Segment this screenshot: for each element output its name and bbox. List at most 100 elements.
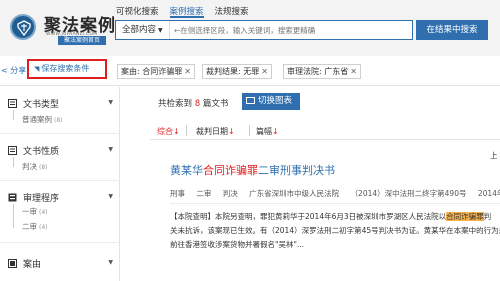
case-title-link[interactable]: 黄某华合同诈骗罪二审刑事判决书 [170, 162, 335, 178]
facet-item[interactable]: 普通案例 (8) [22, 114, 63, 125]
share-icon: < [1, 66, 8, 75]
facet-header[interactable]: 文书性质 [8, 144, 60, 157]
chart-icon [246, 97, 255, 104]
case-meta: 刑事 二审 判决 广东省深圳市中级人民法院 （2014）深中法刑二终字第490号… [170, 188, 500, 199]
filter-tag-result[interactable]: 裁判结果: 无罪 ✕ [202, 64, 272, 79]
filter-tag-court[interactable]: 审理法院: 广东省 ✕ [283, 64, 361, 79]
divider [249, 125, 250, 136]
save-search-condition-button[interactable]: ◥ 保存搜索条件 [27, 59, 107, 79]
chevron-down-icon: ▼ [158, 27, 163, 34]
facet-title: 文书类型 [23, 99, 60, 110]
case-title-part: 二审刑事判决书 [258, 164, 335, 177]
case-title-part: 黄某华 [170, 164, 203, 177]
rss-icon: ◥ [34, 65, 40, 73]
facet-item-count: (4) [39, 209, 48, 216]
tree-line [13, 110, 19, 120]
arrow-down-icon: ↓ [173, 127, 180, 136]
facet-item-label: 二审 [22, 222, 37, 231]
facet-title: 文书性质 [23, 146, 60, 157]
case-title-highlight: 合同诈骗罪 [203, 164, 258, 177]
tab-case-search[interactable]: 案例搜索 [169, 4, 204, 18]
case-snippet-line: 【本院查明】本院另查明，罪犯黄莉华于2014年6月3日被深圳市罗湖区人民法院以合… [170, 210, 500, 224]
tree-line [13, 204, 19, 228]
case-result-card: 黄某华合同诈骗罪二审刑事判决书 刑事 二审 判决 广东省深圳市中级人民法院 （2… [150, 140, 500, 281]
close-icon[interactable]: ✕ [350, 67, 357, 76]
brand-home-link[interactable]: 聚法案例首页 [58, 36, 106, 45]
case-meta-nature: 判决 [222, 189, 238, 198]
filter-tag-label: 案由: 合同诈骗罪 [121, 67, 183, 76]
switch-chart-label: 切换图表 [258, 96, 293, 106]
sort-bar: 综合↓ 裁判日期↓ 篇幅↓ [150, 122, 500, 140]
divider [0, 242, 120, 243]
switch-chart-button[interactable]: 切换图表 [242, 93, 300, 110]
case-meta-date: 2014年12 [477, 189, 500, 198]
search-box: 全部内容 ▼ [115, 20, 413, 40]
facet-item-count: (8) [54, 117, 63, 124]
facet-item-label: 判决 [22, 162, 37, 171]
document-icon [8, 98, 17, 108]
facet-item[interactable]: 判决 (8) [22, 161, 48, 172]
header: 聚法案例 WWW.JUFAANLI.COM 聚法案例首页 可视化搜索 案例搜索 … [0, 0, 500, 56]
facet-title: 案由 [23, 259, 42, 270]
document-icon [8, 145, 17, 155]
facet-header[interactable]: 文书类型 [8, 97, 60, 110]
logo-emblem-icon[interactable] [10, 14, 36, 40]
filter-tag-label: 审理法院: 广东省 [287, 67, 349, 76]
facet-header[interactable]: 案由 [8, 257, 42, 270]
result-count: 共检索到 8 篇文书 [158, 97, 228, 109]
snippet-text: 【本院查明】本院另查明，罪犯黄莉华于2014年6月3日被深圳市罗湖区人民法院以 [170, 212, 447, 221]
cause-icon [8, 258, 17, 268]
filter-bar: < 分享 ◥ 保存搜索条件 案由: 合同诈骗罪 ✕ 裁判结果: 无罪 ✕ 审理法院: … [0, 56, 500, 86]
snippet-text: 判 [483, 212, 492, 221]
sort-length[interactable]: 篇幅↓ [256, 126, 279, 137]
case-snippet: 【本院查明】本院另查明，罪犯黄莉华于2014年6月3日被深圳市罗湖区人民法院以合… [170, 210, 500, 252]
case-meta-procedure: 二审 [196, 189, 212, 198]
tab-visual-search[interactable]: 可视化搜索 [116, 4, 159, 18]
facet-title: 审理程序 [23, 193, 60, 204]
close-icon[interactable]: ✕ [261, 67, 268, 76]
tree-line [13, 157, 19, 167]
facet-item-count: (4) [39, 224, 48, 231]
divider [0, 180, 120, 181]
arrow-down-icon: ↓ [228, 127, 235, 136]
save-condition-label: 保存搜索条件 [41, 64, 90, 73]
case-meta-court: 广东省深圳市中级人民法院 [249, 189, 340, 198]
sort-judgment-date[interactable]: 裁判日期↓ [196, 126, 235, 137]
search-input[interactable] [174, 23, 410, 37]
case-snippet-line: 前往香港签收涉案货物并署假名"吴林"... [170, 240, 305, 249]
facet-item-label: 一审 [22, 207, 37, 216]
result-count-prefix: 共检索到 [158, 99, 193, 109]
facet-item[interactable]: 一审 (4) [22, 206, 48, 217]
snippet-highlight: 合同诈骗罪 [446, 212, 484, 221]
case-meta-type: 刑事 [170, 189, 185, 198]
chevron-down-icon[interactable]: ▼ [108, 259, 113, 266]
facet-item[interactable]: 二审 (4) [22, 221, 48, 232]
sort-label: 篇幅 [256, 127, 272, 136]
facet-item-label: 普通案例 [22, 115, 52, 124]
sort-label: 裁判日期 [196, 127, 228, 136]
facet-sidebar: 文书类型 ▼ 普通案例 (8) 文书性质 ▼ 判决 (8) 审理程序 ▼ 一审 (4) [0, 87, 120, 281]
divider [0, 133, 120, 134]
search-mode-tabs: 可视化搜索 案例搜索 法规搜索 [116, 4, 260, 18]
search-in-results-button[interactable]: 在结果中搜索 [416, 20, 488, 40]
facet-header[interactable]: 审理程序 [8, 191, 60, 204]
share-link[interactable]: < 分享 [1, 65, 26, 76]
filter-tag-cause[interactable]: 案由: 合同诈骗罪 ✕ [117, 64, 195, 79]
search-scope-select[interactable]: 全部内容 ▼ [116, 21, 170, 39]
close-icon[interactable]: ✕ [184, 67, 191, 76]
chevron-down-icon[interactable]: ▼ [108, 99, 113, 106]
result-count-number: 8 [194, 99, 201, 109]
sort-label: 综合 [157, 127, 173, 136]
case-meta-number: （2014）深中法刑二终字第490号 [350, 189, 467, 198]
chevron-down-icon[interactable]: ▼ [108, 193, 113, 200]
result-count-suffix: 篇文书 [202, 99, 229, 109]
sort-comprehensive[interactable]: 综合↓ [157, 126, 180, 137]
share-label: 分享 [10, 66, 27, 75]
divider [170, 203, 500, 204]
case-snippet-line: 关未抗诉，该案现已生效。有（2014）深罗法刑二初字第45号判决书为证。黄某华在… [170, 226, 500, 235]
filter-tag-label: 裁判结果: 无罪 [206, 67, 260, 76]
tab-law-search[interactable]: 法规搜索 [215, 4, 249, 18]
procedure-icon [8, 193, 17, 201]
facet-item-count: (8) [39, 164, 48, 171]
chevron-down-icon[interactable]: ▼ [108, 146, 113, 153]
